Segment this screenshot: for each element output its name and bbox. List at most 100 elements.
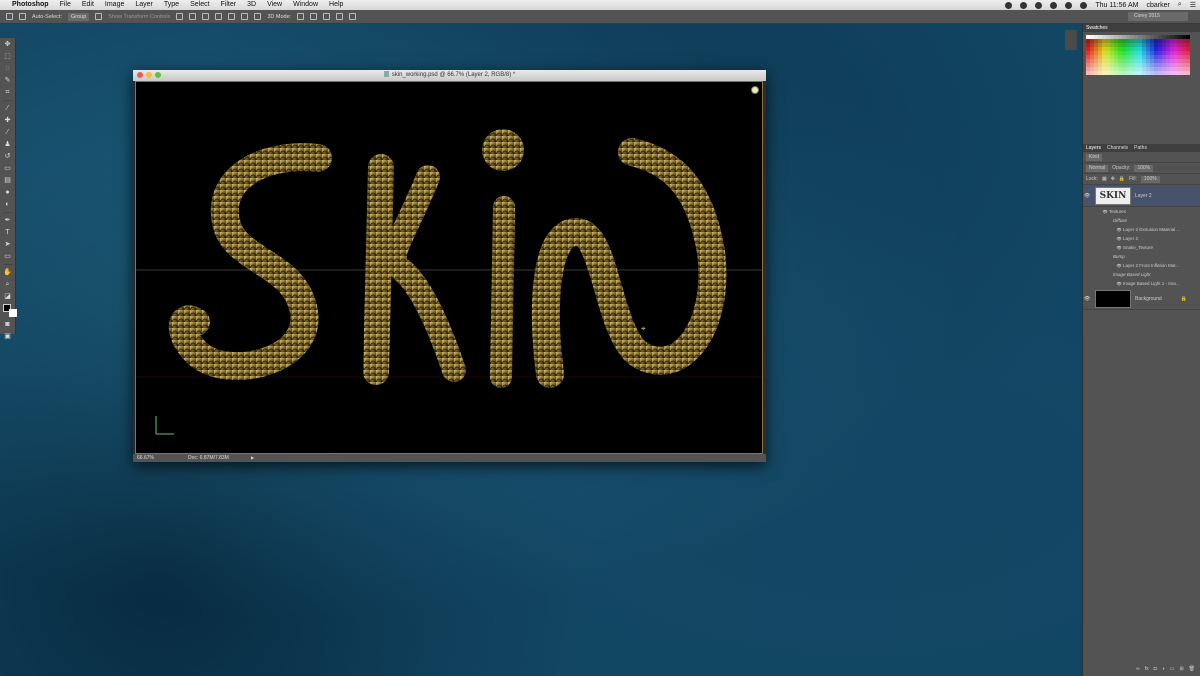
volume-icon[interactable] bbox=[1065, 1, 1073, 9]
menubar-user[interactable]: cbarker bbox=[1146, 2, 1169, 9]
zoom-tool-icon[interactable]: ⌕ bbox=[3, 280, 12, 289]
menu-3d[interactable]: 3D bbox=[247, 0, 256, 10]
align-bottom-icon[interactable] bbox=[202, 13, 210, 20]
healing-tool-icon[interactable]: ✚ bbox=[3, 116, 12, 125]
delete-layer-icon[interactable]: 🗑 bbox=[1189, 666, 1195, 672]
quick-mask-icon[interactable]: ◙ bbox=[3, 320, 12, 329]
quick-select-tool-icon[interactable]: ✎ bbox=[3, 76, 12, 85]
layer-row-layer2[interactable]: 👁 SKIN Layer 2 bbox=[1083, 185, 1200, 207]
opacity-input[interactable]: 100% bbox=[1134, 164, 1154, 172]
lock-pixels-icon[interactable]: ▦ bbox=[1102, 176, 1107, 182]
3d-rotate-icon[interactable] bbox=[297, 13, 305, 20]
blend-mode-select[interactable]: Normal bbox=[1086, 164, 1109, 172]
menu-edit[interactable]: Edit bbox=[82, 0, 94, 10]
visibility-eye-icon[interactable]: 👁 bbox=[1115, 281, 1123, 286]
spotlight-search-icon[interactable]: ⌕ bbox=[1178, 1, 1182, 9]
lock-position-icon[interactable]: ✥ bbox=[1111, 176, 1115, 182]
add-mask-icon[interactable]: ◘ bbox=[1154, 666, 1157, 672]
type-tool-icon[interactable]: T bbox=[3, 228, 12, 237]
auto-select-group-dropdown[interactable]: Group bbox=[67, 12, 90, 21]
menu-layer[interactable]: Layer bbox=[135, 0, 153, 10]
zoom-level[interactable]: 66.67% bbox=[137, 455, 154, 461]
fx-icon[interactable]: fx bbox=[1145, 666, 1149, 672]
menu-file[interactable]: File bbox=[60, 0, 71, 10]
lock-all-icon[interactable]: 🔒 bbox=[1119, 176, 1125, 182]
sublayer-extrusion-material[interactable]: 👁 Layer 2 Extrusion Material ... bbox=[1083, 225, 1200, 234]
auto-select-checkbox[interactable] bbox=[19, 13, 26, 20]
hand-tool-icon[interactable]: ✋ bbox=[3, 268, 12, 277]
dropbox-icon[interactable] bbox=[1005, 1, 1013, 9]
visibility-eye-icon[interactable]: 👁 bbox=[1115, 236, 1123, 241]
fill-input[interactable]: 100% bbox=[1140, 175, 1160, 183]
menu-app-name[interactable]: Photoshop bbox=[12, 0, 49, 10]
screen-mode-icon[interactable]: ▣ bbox=[3, 332, 12, 341]
close-button[interactable] bbox=[137, 72, 143, 78]
crop-tool-icon[interactable]: ⌗ bbox=[3, 88, 12, 97]
workspace-switcher[interactable]: Corey 2015 bbox=[1128, 12, 1188, 21]
dodge-tool-icon[interactable]: ◐ bbox=[3, 200, 12, 209]
stamp-tool-icon[interactable]: ♟ bbox=[3, 140, 12, 149]
pen-tool-icon[interactable]: ✒ bbox=[3, 216, 12, 225]
background-color-swatch[interactable] bbox=[3, 309, 17, 317]
blur-tool-icon[interactable]: ● bbox=[3, 188, 12, 197]
wifi-icon[interactable] bbox=[1050, 1, 1058, 9]
sublayer-ibl-item[interactable]: 👁 Image Based Light 1 - Ima... bbox=[1083, 279, 1200, 288]
bluetooth-icon[interactable] bbox=[1035, 1, 1043, 9]
show-transform-checkbox[interactable] bbox=[95, 13, 103, 20]
layer-row-background[interactable]: 👁 Background 🔒 bbox=[1083, 288, 1200, 310]
swatches-grid[interactable] bbox=[1083, 32, 1200, 78]
notification-list-icon[interactable]: ☰ bbox=[1190, 1, 1196, 9]
visibility-eye-icon[interactable]: 👁 bbox=[1115, 245, 1123, 250]
3d-roll-icon[interactable] bbox=[310, 13, 318, 20]
3d-cursor-icon[interactable]: ⌖ bbox=[641, 324, 646, 333]
new-layer-icon[interactable]: ⊞ bbox=[1179, 666, 1183, 672]
visibility-eye-icon[interactable]: 👁 bbox=[1115, 263, 1123, 268]
tab-swatches[interactable]: Swatches bbox=[1086, 24, 1108, 32]
shape-tool-icon[interactable]: ▭ bbox=[3, 252, 12, 261]
eyedropper-tool-icon[interactable]: ⁄ bbox=[3, 104, 12, 113]
eraser-tool-icon[interactable]: ▭ bbox=[3, 164, 12, 173]
tab-paths[interactable]: Paths bbox=[1134, 144, 1147, 152]
document-canvas[interactable]: ⌖ bbox=[135, 81, 763, 454]
default-colors-icon[interactable]: ◪ bbox=[3, 292, 12, 301]
move-tool-preset-icon[interactable] bbox=[6, 13, 13, 20]
tab-layers[interactable]: Layers bbox=[1086, 144, 1101, 152]
visibility-eye-icon[interactable]: 👁 bbox=[1101, 209, 1109, 214]
align-left-icon[interactable] bbox=[215, 13, 223, 20]
menu-window[interactable]: Window bbox=[293, 0, 318, 10]
history-brush-tool-icon[interactable]: ↺ bbox=[3, 152, 12, 161]
sublayer-snake-texture[interactable]: 👁 Snake_Texture bbox=[1083, 243, 1200, 252]
sublayer-layer2[interactable]: 👁 Layer 2 bbox=[1083, 234, 1200, 243]
menu-filter[interactable]: Filter bbox=[221, 0, 237, 10]
sublayer-bump[interactable]: Bump bbox=[1083, 252, 1200, 261]
menu-select[interactable]: Select bbox=[190, 0, 209, 10]
marquee-tool-icon[interactable]: ⬚ bbox=[3, 52, 12, 61]
lightbulb-icon[interactable] bbox=[751, 86, 759, 94]
align-center-icon[interactable] bbox=[228, 13, 236, 20]
sync-icon[interactable] bbox=[1020, 1, 1028, 9]
link-layers-icon[interactable]: ∞ bbox=[1136, 666, 1140, 672]
distribute-icon[interactable] bbox=[254, 13, 262, 20]
minimize-button[interactable] bbox=[146, 72, 152, 78]
visibility-eye-icon[interactable]: 👁 bbox=[1115, 227, 1123, 232]
menubar-clock[interactable]: Thu 11:56 AM bbox=[1095, 2, 1138, 9]
align-middle-icon[interactable] bbox=[189, 13, 197, 20]
sublayer-textures[interactable]: 👁 Textures bbox=[1083, 207, 1200, 216]
visibility-eye-icon[interactable]: 👁 bbox=[1083, 193, 1091, 199]
gradient-tool-icon[interactable]: ▤ bbox=[3, 176, 12, 185]
menu-type[interactable]: Type bbox=[164, 0, 179, 10]
zoom-button[interactable] bbox=[155, 72, 161, 78]
new-group-icon[interactable]: ▭ bbox=[1170, 666, 1175, 672]
move-tool-icon[interactable]: ✥ bbox=[3, 40, 12, 49]
path-select-tool-icon[interactable]: ➤ bbox=[3, 240, 12, 249]
3d-drag-icon[interactable] bbox=[323, 13, 331, 20]
adjustment-layer-icon[interactable]: ◑ bbox=[1162, 666, 1165, 672]
lasso-tool-icon[interactable]: ◌ bbox=[3, 64, 12, 73]
menu-view[interactable]: View bbox=[267, 0, 282, 10]
sublayer-diffuse[interactable]: Diffuse bbox=[1083, 216, 1200, 225]
align-top-icon[interactable] bbox=[176, 13, 184, 20]
visibility-eye-icon[interactable]: 👁 bbox=[1083, 296, 1091, 302]
menu-help[interactable]: Help bbox=[329, 0, 343, 10]
battery-icon[interactable] bbox=[1080, 1, 1088, 9]
3d-scale-icon[interactable] bbox=[349, 13, 357, 20]
